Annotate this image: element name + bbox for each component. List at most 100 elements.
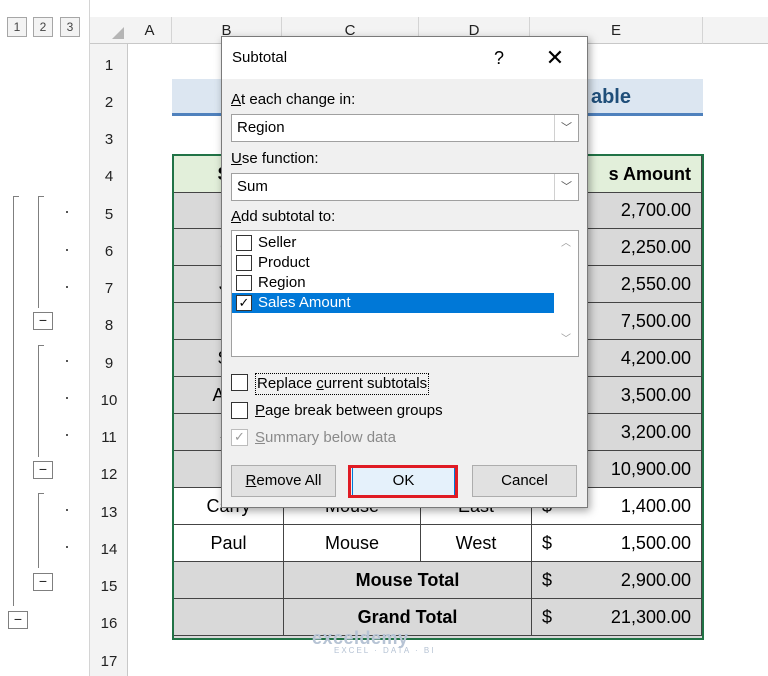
table-cell[interactable]: $	[532, 562, 572, 599]
select-all-corner[interactable]	[90, 17, 128, 44]
table-cell[interactable]	[174, 599, 284, 636]
table-cell[interactable]: 2,550.00	[572, 266, 702, 303]
collapse-group-3-button[interactable]: −	[33, 573, 53, 591]
row-header[interactable]: 1	[90, 57, 128, 74]
row-header[interactable]: 17	[90, 653, 128, 670]
use-function-value: Sum	[237, 178, 268, 195]
select-all-triangle-icon	[112, 27, 124, 39]
change-in-value: Region	[237, 119, 285, 136]
replace-current-subtotals-label: Replace current subtotals	[255, 373, 430, 395]
table-cell[interactable]: 10,900.00	[572, 451, 702, 488]
dialog-titlebar[interactable]: Subtotal ? ✕	[222, 37, 587, 79]
row-header[interactable]: 5	[90, 206, 128, 223]
table-cell[interactable]: Mouse Total	[284, 562, 532, 599]
table-cell[interactable]: 2,900.00	[572, 562, 702, 599]
checkbox-box[interactable]	[236, 275, 252, 291]
table-cell[interactable]: 1,400.00	[572, 488, 702, 525]
field-label: Region	[258, 274, 306, 291]
outline-detail-dot	[66, 509, 68, 511]
field-label: Seller	[258, 234, 297, 251]
row-header[interactable]: 7	[90, 280, 128, 297]
row-header[interactable]: 6	[90, 243, 128, 260]
outline-tick	[38, 196, 44, 197]
watermark-tagline: EXCEL · DATA · BI	[334, 646, 436, 655]
use-function-label: Use function:	[231, 150, 319, 167]
row-header[interactable]: 11	[90, 429, 128, 446]
row-header[interactable]: 15	[90, 578, 128, 595]
table-cell[interactable]: West	[421, 525, 532, 562]
label-text: Replace	[257, 375, 317, 392]
table-cell[interactable]: Paul	[174, 525, 284, 562]
row-header[interactable]: 12	[90, 466, 128, 483]
chevron-down-icon[interactable]: ﹀	[554, 115, 578, 141]
add-subtotal-listbox[interactable]: Seller Product Region ✓ Sales Amount ︿ ﹀	[231, 230, 579, 357]
remove-all-button[interactable]: Remove All	[231, 465, 336, 497]
row-header[interactable]: 13	[90, 504, 128, 521]
use-function-dropdown[interactable]: Sum ﹀	[231, 173, 579, 201]
table-cell[interactable]: Mouse	[284, 525, 421, 562]
table-cell[interactable]: 1,500.00	[572, 525, 702, 562]
checkbox-box[interactable]	[236, 255, 252, 271]
row-header[interactable]: 10	[90, 392, 128, 409]
row-header[interactable]: 16	[90, 615, 128, 632]
label-text: se function:	[241, 150, 319, 167]
table-cell[interactable]: 7,500.00	[572, 303, 702, 340]
accelerator-key: A	[231, 208, 242, 225]
table-cell[interactable]: 4,200.00	[572, 340, 702, 377]
scroll-up-icon[interactable]: ︿	[554, 235, 578, 253]
outline-tick	[38, 345, 44, 346]
outline-detail-dot	[66, 546, 68, 548]
table-cell[interactable]: 3,500.00	[572, 377, 702, 414]
cancel-button[interactable]: Cancel	[472, 465, 577, 497]
table-cell[interactable]: $	[532, 525, 572, 562]
accelerator-key: P	[255, 402, 266, 419]
outline-detail-dot	[66, 434, 68, 436]
outline-tick	[13, 196, 19, 197]
ok-button-highlight	[348, 465, 458, 498]
row-header[interactable]: 4	[90, 168, 128, 185]
chevron-down-icon[interactable]: ﹀	[554, 174, 578, 200]
row-header[interactable]: 14	[90, 541, 128, 558]
outline-level-1-button[interactable]: 1	[7, 17, 27, 37]
sheet-title: able	[590, 86, 631, 108]
outline-level-3-button[interactable]: 3	[60, 17, 80, 37]
table-cell[interactable]: 2,250.00	[572, 229, 702, 266]
check-icon[interactable]: ✓	[231, 429, 248, 446]
change-in-dropdown[interactable]: Region ﹀	[231, 114, 579, 142]
checkbox-box[interactable]	[231, 402, 248, 419]
row-header[interactable]: 9	[90, 355, 128, 372]
add-subtotal-label: Add subtotal to:	[231, 208, 335, 225]
field-item-region[interactable]: Region	[232, 273, 554, 293]
table-cell[interactable]: $	[532, 599, 572, 636]
table-cell[interactable]: 2,700.00	[572, 192, 702, 229]
row-header[interactable]: 3	[90, 131, 128, 148]
row-header[interactable]: 2	[90, 94, 128, 111]
check-icon[interactable]: ✓	[236, 295, 252, 311]
collapse-grand-total-button[interactable]: −	[8, 611, 28, 629]
outline-bracket-group-2	[38, 345, 39, 457]
collapse-group-1-button[interactable]: −	[33, 312, 53, 330]
checkbox-box[interactable]	[236, 235, 252, 251]
field-item-sales-amount[interactable]: ✓ Sales Amount	[232, 293, 554, 313]
row-header[interactable]: 8	[90, 317, 128, 334]
scroll-down-icon[interactable]: ﹀	[554, 331, 578, 349]
outline-detail-dot	[66, 249, 68, 251]
table-cell[interactable]: 21,300.00	[572, 599, 702, 636]
help-button[interactable]: ?	[484, 45, 514, 71]
column-header-a[interactable]: A	[128, 17, 172, 44]
outline-bracket-group-3	[38, 493, 39, 568]
close-icon[interactable]: ✕	[537, 45, 573, 71]
listbox-scrollbar[interactable]: ︿ ﹀	[554, 231, 578, 356]
checkbox-box[interactable]	[231, 374, 248, 391]
outline-level-2-button[interactable]: 2	[33, 17, 53, 37]
exceldemy-watermark: exceldemy EXCEL · DATA · BI	[312, 628, 435, 655]
outline-bracket-level-1	[13, 196, 14, 606]
subtotal-dialog: Subtotal ? ✕ At each change in: Region ﹀…	[221, 36, 588, 508]
accelerator-key: c	[316, 375, 324, 392]
collapse-group-2-button[interactable]: −	[33, 461, 53, 479]
summary-below-data-label: Summary below data	[255, 428, 396, 448]
field-item-seller[interactable]: Seller	[232, 233, 554, 253]
field-item-product[interactable]: Product	[232, 253, 554, 273]
table-cell[interactable]	[174, 562, 284, 599]
table-cell[interactable]: 3,200.00	[572, 414, 702, 451]
